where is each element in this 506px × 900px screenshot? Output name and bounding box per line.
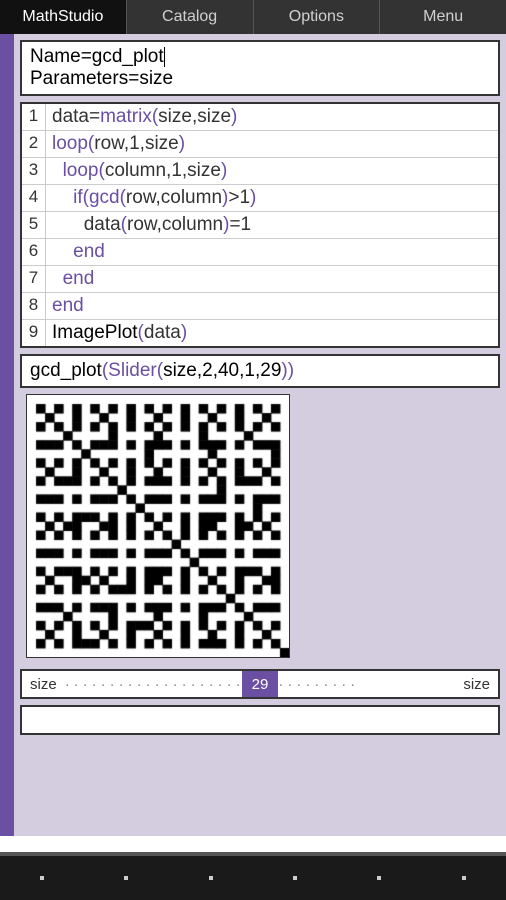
code-line[interactable]: 9ImagePlot(data): [22, 319, 498, 346]
code-line[interactable]: 2loop(row,1,size): [22, 130, 498, 157]
line-number: 8: [22, 293, 46, 319]
name-line: Name=gcd_plot: [30, 46, 490, 68]
line-number: 9: [22, 320, 46, 346]
line-number: 3: [22, 158, 46, 184]
android-nav-bar: [0, 852, 506, 900]
top-menu-bar: MathStudioCatalogOptionsMenu: [0, 0, 506, 34]
params-value: size: [139, 68, 173, 89]
params-key: Parameters: [30, 68, 128, 89]
nav-dot[interactable]: [377, 876, 381, 880]
menu-tab-catalog[interactable]: Catalog: [127, 0, 254, 34]
code-text: end: [46, 266, 498, 292]
output-group: gcd_plot(Slider(size,2,40,1,29)) size ··…: [20, 354, 500, 699]
code-text: end: [46, 293, 498, 319]
line-number: 1: [22, 104, 46, 130]
image-plot: [26, 394, 290, 658]
line-number: 2: [22, 131, 46, 157]
nav-dot[interactable]: [124, 876, 128, 880]
line-number: 6: [22, 239, 46, 265]
slider-args: size,2,40,1,29: [163, 360, 281, 381]
code-line[interactable]: 7 end: [22, 265, 498, 292]
code-text: loop(column,1,size): [46, 158, 498, 184]
code-line[interactable]: 5 data(row,column)=1: [22, 211, 498, 238]
slider-value[interactable]: 29: [242, 671, 279, 697]
slider-fn: Slider: [108, 360, 157, 381]
code-line[interactable]: 8end: [22, 292, 498, 319]
name-key: Name: [30, 46, 81, 67]
slider-control[interactable]: size ······················ 29 ·········…: [20, 669, 500, 699]
params-line: Parameters=size: [30, 68, 490, 90]
left-gutter: [0, 34, 14, 836]
call-expression-panel[interactable]: gcd_plot(Slider(size,2,40,1,29)): [20, 354, 500, 388]
code-text: data=matrix(size,size): [46, 104, 498, 130]
workspace: Name=gcd_plot Parameters=size 1data=matr…: [0, 34, 506, 836]
call-fn: gcd_plot: [30, 360, 102, 381]
code-line[interactable]: 4 if(gcd(row,column)>1): [22, 184, 498, 211]
empty-input-panel[interactable]: [20, 705, 500, 735]
nav-dot[interactable]: [40, 876, 44, 880]
plot-output: [20, 388, 500, 663]
code-line[interactable]: 3 loop(column,1,size): [22, 157, 498, 184]
slider-track-left[interactable]: ······················: [65, 676, 242, 693]
code-line[interactable]: 1data=matrix(size,size): [22, 104, 498, 130]
code-text: loop(row,1,size): [46, 131, 498, 157]
code-text: end: [46, 239, 498, 265]
menu-tab-mathstudio[interactable]: MathStudio: [0, 0, 127, 34]
line-number: 4: [22, 185, 46, 211]
line-number: 7: [22, 266, 46, 292]
code-editor-panel[interactable]: 1data=matrix(size,size)2loop(row,1,size)…: [20, 102, 500, 348]
menu-tab-options[interactable]: Options: [254, 0, 381, 34]
nav-dot[interactable]: [462, 876, 466, 880]
code-text: data(row,column)=1: [46, 212, 498, 238]
definition-header-panel[interactable]: Name=gcd_plot Parameters=size: [20, 40, 500, 96]
text-cursor: [164, 47, 165, 67]
nav-dot[interactable]: [293, 876, 297, 880]
code-line[interactable]: 6 end: [22, 238, 498, 265]
name-value: gcd_plot: [92, 46, 164, 67]
menu-tab-menu[interactable]: Menu: [380, 0, 506, 34]
slider-label-left: size: [22, 676, 65, 693]
nav-dot[interactable]: [209, 876, 213, 880]
slider-label-right: size: [455, 676, 498, 693]
line-number: 5: [22, 212, 46, 238]
code-text: ImagePlot(data): [46, 320, 498, 346]
content-area: Name=gcd_plot Parameters=size 1data=matr…: [14, 34, 506, 836]
code-text: if(gcd(row,column)>1): [46, 185, 498, 211]
slider-track-right[interactable]: ·········: [278, 676, 455, 693]
